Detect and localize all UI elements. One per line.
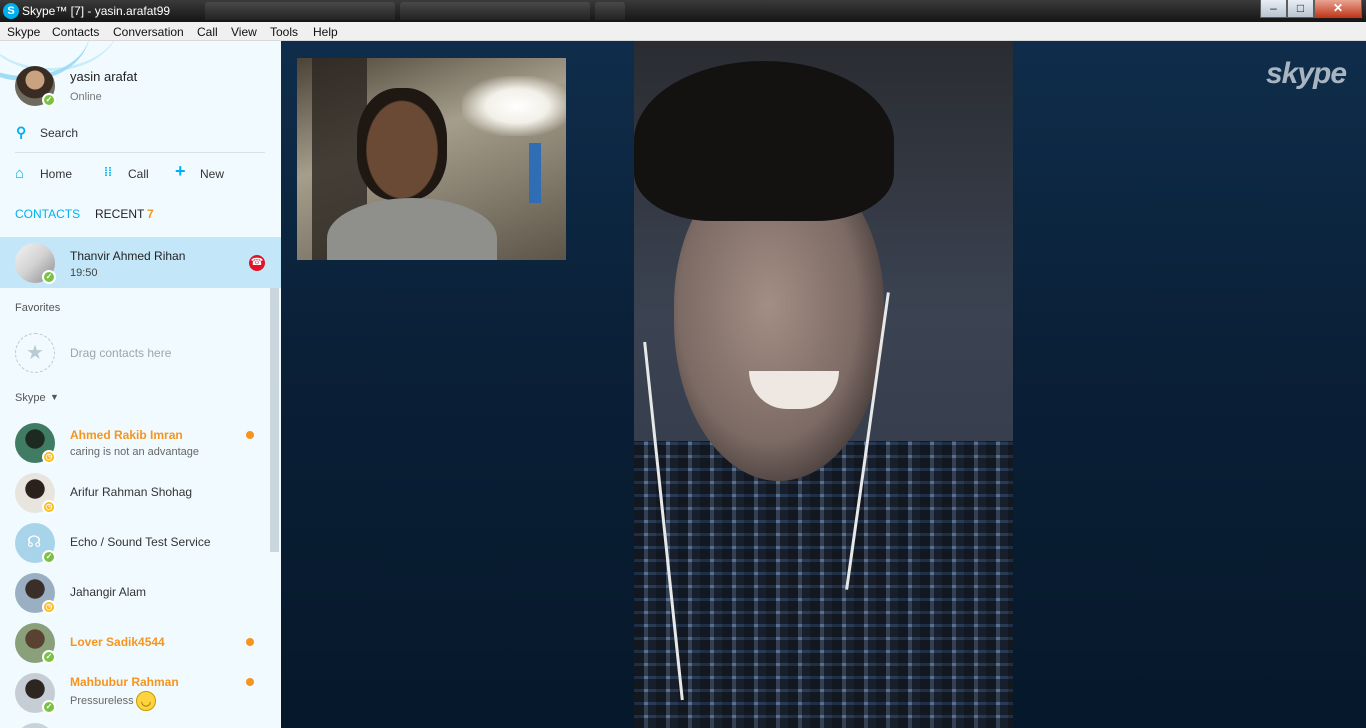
new-activity-indicator bbox=[246, 638, 254, 646]
person-head-shape bbox=[357, 88, 447, 200]
favorites-heading: Favorites bbox=[15, 302, 61, 314]
background-window-tab[interactable] bbox=[595, 2, 625, 20]
online-status-icon: ✓ bbox=[42, 650, 56, 664]
contact-avatar bbox=[15, 723, 55, 728]
new-button[interactable]: New bbox=[200, 167, 224, 181]
online-status-icon: ✓ bbox=[42, 93, 56, 107]
smiley-emoticon-icon: ◡ bbox=[136, 691, 156, 711]
contacts-scrollbar[interactable] bbox=[270, 288, 279, 552]
contact-name[interactable]: Ahmed Rakib Imran bbox=[70, 428, 183, 442]
online-status-icon: ✓ bbox=[42, 270, 56, 284]
menu-contacts[interactable]: Contacts bbox=[52, 25, 99, 39]
away-status-icon: ◷ bbox=[42, 500, 56, 514]
contact-name[interactable]: Arifur Rahman Shohag bbox=[70, 485, 192, 499]
away-status-icon: ◷ bbox=[42, 600, 56, 614]
contact-name[interactable]: Lover Sadik4544 bbox=[70, 635, 165, 649]
home-icon: ⌂ bbox=[15, 165, 25, 182]
menu-conversation[interactable]: Conversation bbox=[113, 25, 184, 39]
headset-icon: ☊ bbox=[27, 534, 42, 551]
person-hair-shape bbox=[634, 61, 894, 221]
hanging-cloth-shape bbox=[529, 143, 541, 203]
recent-count-badge: 7 bbox=[147, 207, 154, 221]
title-bar: S Skype™ [7] - yasin.arafat99 – □ ✕ bbox=[0, 0, 1366, 22]
online-status-icon: ✓ bbox=[42, 700, 56, 714]
minimize-button[interactable]: – bbox=[1260, 0, 1287, 18]
active-call-name[interactable]: Thanvir Ahmed Rihan bbox=[70, 249, 185, 263]
menu-call[interactable]: Call bbox=[197, 25, 218, 39]
divider bbox=[15, 152, 265, 153]
chevron-down-icon[interactable]: ▼ bbox=[50, 392, 59, 402]
tab-recent[interactable]: RECENT bbox=[95, 207, 144, 221]
menu-help[interactable]: Help bbox=[313, 25, 338, 39]
close-button[interactable]: ✕ bbox=[1314, 0, 1362, 18]
window-title: Skype™ [7] - yasin.arafat99 bbox=[22, 4, 171, 18]
end-call-icon[interactable]: ☎ bbox=[249, 255, 265, 271]
search-button[interactable]: Search bbox=[40, 126, 78, 140]
search-icon: ⚲ bbox=[16, 124, 27, 140]
new-activity-indicator bbox=[246, 431, 254, 439]
call-button[interactable]: Call bbox=[128, 167, 149, 181]
online-status-icon: ✓ bbox=[42, 550, 56, 564]
menu-bar: Skype Contacts Conversation Call View To… bbox=[0, 22, 1366, 41]
checked-shirt-shape bbox=[634, 441, 1013, 728]
active-call-time: 19:50 bbox=[70, 267, 98, 279]
profile-status[interactable]: Online bbox=[70, 91, 102, 103]
plus-icon: + bbox=[175, 161, 186, 181]
group-heading-skype[interactable]: Skype bbox=[15, 392, 46, 404]
window-light bbox=[462, 76, 566, 136]
favorites-placeholder: Drag contacts here bbox=[70, 346, 172, 360]
contact-mood: Pressureless bbox=[70, 695, 134, 707]
dialpad-icon: ⁞⁞ bbox=[104, 165, 112, 179]
background-window-tab[interactable] bbox=[205, 2, 395, 20]
contact-name[interactable]: Jahangir Alam bbox=[70, 585, 146, 599]
self-video-preview[interactable] bbox=[297, 58, 566, 260]
contact-name[interactable]: Mahbubur Rahman bbox=[70, 675, 179, 689]
new-activity-indicator bbox=[246, 678, 254, 686]
contact-name[interactable]: Echo / Sound Test Service bbox=[70, 535, 211, 549]
sidebar: ✓ yasin arafat Online ⚲ Search ⌂ Home ⁞⁞… bbox=[0, 41, 281, 728]
background-window-tab[interactable] bbox=[400, 2, 590, 20]
home-button[interactable]: Home bbox=[40, 167, 72, 181]
tab-contacts[interactable]: CONTACTS bbox=[15, 207, 80, 221]
menu-view[interactable]: View bbox=[231, 25, 257, 39]
skype-app-icon: S bbox=[3, 3, 19, 19]
maximize-button[interactable]: □ bbox=[1287, 0, 1314, 18]
star-icon: ★ bbox=[15, 333, 55, 373]
away-status-icon: ◷ bbox=[42, 450, 56, 464]
skype-logo: skype bbox=[1266, 57, 1347, 90]
video-call-area: skype bbox=[281, 41, 1366, 728]
menu-tools[interactable]: Tools bbox=[270, 25, 298, 39]
skype-window: S Skype™ [7] - yasin.arafat99 – □ ✕ Skyp… bbox=[0, 0, 1366, 728]
remote-video-feed[interactable] bbox=[634, 41, 1013, 728]
menu-skype[interactable]: Skype bbox=[7, 25, 40, 39]
contact-mood: caring is not an advantage bbox=[70, 446, 200, 458]
profile-name[interactable]: yasin arafat bbox=[70, 69, 137, 84]
